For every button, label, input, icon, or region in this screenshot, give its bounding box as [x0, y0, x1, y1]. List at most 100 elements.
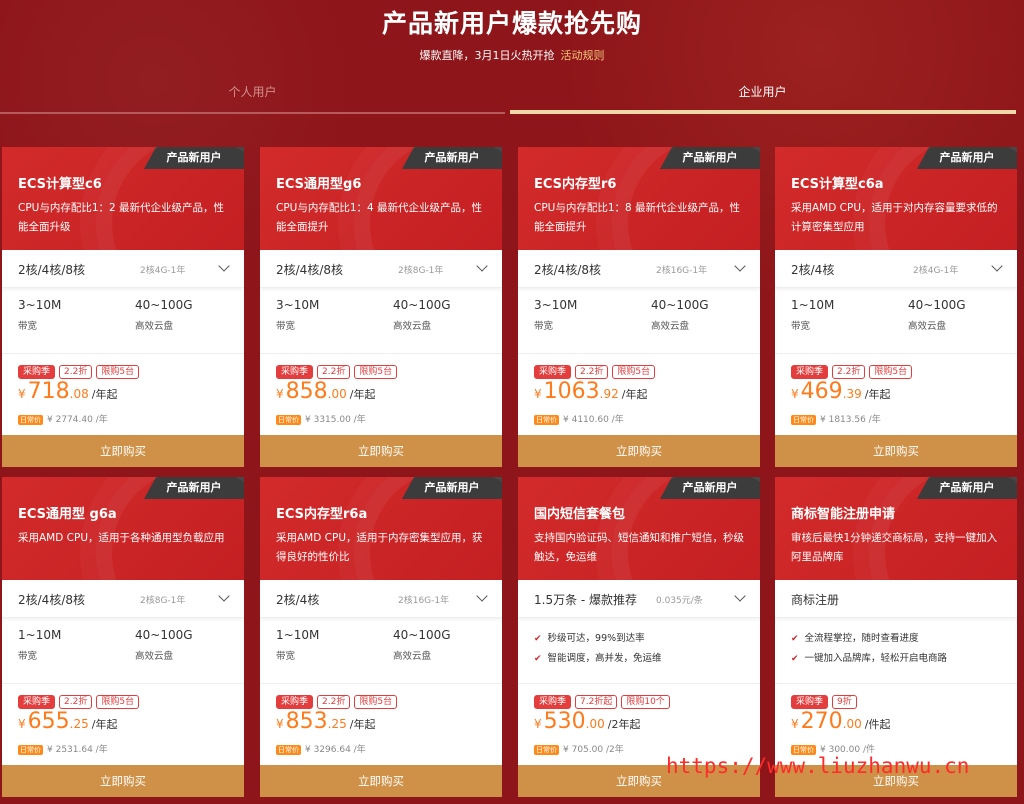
original-price: 日常价 ¥ 3296.64 /年 [276, 742, 366, 755]
disk-value: 40~100G [651, 298, 709, 312]
spec-selected-value: 2核/4核/8核 [534, 263, 601, 277]
promo-tags: 采购季 2.2折 限购5台 [534, 365, 659, 379]
card-feature-item: ✔ 全流程掌控，随时查看进度 [791, 630, 919, 644]
spec-selected-value: 2核/4核 [791, 263, 835, 277]
chevron-down-icon[interactable] [991, 260, 1003, 272]
price-decimal: .00 [585, 717, 605, 731]
promo-tag: 2.2折 [317, 695, 351, 709]
product-card: 产品新用户 ECS内存型r6 CPU与内存配比1：8 最新代企业级产品，性能全面… [518, 147, 760, 467]
original-price-text: ¥ 2531.64 /年 [47, 745, 108, 755]
card-feature-text: 全流程掌控，随时查看进度 [804, 633, 919, 644]
spec-select[interactable]: 商标注册 [775, 580, 1017, 618]
product-card: 产品新用户 ECS计算型c6a 采用AMD CPU，适用于对内存容量要求低的计算… [775, 147, 1017, 467]
price-unit: /年起 [864, 388, 891, 401]
card-feature-text: 一键加入品牌库，轻松开启电商路 [804, 653, 948, 664]
chevron-down-icon[interactable] [218, 260, 230, 272]
card-features: ✔ 秒级可达，99%到达率 ✔ 智能调度，高并发，免运维 [518, 618, 760, 684]
promo-tag: 采购季 [276, 695, 314, 709]
original-price-text: ¥ 1813.56 /年 [820, 415, 881, 425]
spec-select[interactable]: 2核/4核/8核 2核8G-1年 [2, 580, 244, 618]
chevron-down-icon[interactable] [734, 590, 746, 602]
price-integer: 1063 [543, 379, 600, 404]
chevron-down-icon[interactable] [218, 590, 230, 602]
disk-attr: 40~100G 高效云盘 [393, 628, 451, 662]
bandwidth-attr: 3~10M 带宽 [18, 298, 61, 332]
promo-tag: 采购季 [18, 365, 56, 379]
chevron-down-icon[interactable] [476, 260, 488, 272]
spec-select[interactable]: 2核/4核/8核 2核4G-1年 [2, 250, 244, 288]
disk-label: 高效云盘 [908, 321, 947, 332]
price-unit: /年起 [91, 718, 118, 731]
price-integer: 270 [800, 709, 843, 734]
bandwidth-attr: 3~10M 带宽 [276, 298, 319, 332]
chevron-down-icon[interactable] [476, 590, 488, 602]
card-header: 产品新用户 ECS通用型g6 CPU与内存配比1：4 最新代企业级产品，性能全面… [260, 147, 502, 250]
tab-enterprise-user[interactable]: 企业用户 [510, 78, 1015, 114]
disk-attr: 40~100G 高效云盘 [135, 298, 193, 332]
buy-now-button[interactable]: 立即购买 [2, 435, 244, 467]
price: ¥530.00/2年起 [534, 709, 640, 734]
price: ¥858.00/年起 [276, 379, 375, 404]
buy-now-button[interactable]: 立即购买 [518, 435, 760, 467]
bandwidth-value: 1~10M [18, 628, 62, 642]
spec-select[interactable]: 2核/4核 2核16G-1年 [260, 580, 502, 618]
disk-value: 40~100G [908, 298, 966, 312]
tab-personal-user[interactable]: 个人用户 [0, 78, 505, 114]
original-price-text: ¥ 705.00 /2年 [563, 745, 624, 755]
buy-now-button[interactable]: 立即购买 [260, 765, 502, 797]
price-integer: 469 [800, 379, 843, 404]
price-decimal: .00 [327, 387, 347, 401]
original-price: 日常价 ¥ 705.00 /2年 [534, 742, 624, 755]
activity-rules-link[interactable]: 活动规则 [561, 49, 605, 62]
spec-selected-value: 2核/4核/8核 [18, 263, 85, 277]
spec-sub-value: 2核16G-1年 [398, 596, 450, 606]
new-user-badge: 产品新用户 [660, 477, 760, 499]
disk-attr: 40~100G 高效云盘 [135, 628, 193, 662]
spec-select[interactable]: 1.5万条 - 爆款推荐 0.035元/条 [518, 580, 760, 618]
buy-now-button[interactable]: 立即购买 [260, 435, 502, 467]
regular-price-pill: 日常价 [276, 415, 301, 425]
product-name: ECS内存型r6a [276, 507, 368, 522]
price: ¥655.25/年起 [18, 709, 117, 734]
price-currency: ¥ [534, 387, 542, 401]
spec-select[interactable]: 2核/4核/8核 2核16G-1年 [518, 250, 760, 288]
price-unit: /年起 [621, 388, 648, 401]
spec-selected-value: 1.5万条 - 爆款推荐 [534, 593, 638, 607]
card-header: 产品新用户 ECS通用型 g6a 采用AMD CPU，适用于各种通用型负载应用 [2, 477, 244, 580]
product-description: 采用AMD CPU，适用于各种通用型负载应用 [18, 532, 225, 544]
card-feature-text: 秒级可达，99%到达率 [547, 633, 645, 644]
spec-sub-value: 2核8G-1年 [398, 266, 444, 276]
bandwidth-attr: 3~10M 带宽 [534, 298, 577, 332]
promo-tag: 限购5台 [354, 695, 398, 709]
promo-tag: 采购季 [791, 365, 829, 379]
buy-now-button[interactable]: 立即购买 [2, 765, 244, 797]
disk-label: 高效云盘 [135, 651, 174, 662]
checkmark-icon: ✔ [534, 634, 542, 644]
product-description: 采用AMD CPU，适用于内存密集型应用，获得良好的性价比 [276, 532, 483, 563]
promo-tags: 采购季 2.2折 限购5台 [276, 695, 401, 709]
original-price: 日常价 ¥ 1813.56 /年 [791, 412, 881, 425]
subtitle-text: 爆款直降，3月1日火热开抢 [419, 49, 555, 62]
spec-select[interactable]: 2核/4核 2核4G-1年 [775, 250, 1017, 288]
promo-tags: 采购季 2.2折 限购5台 [18, 365, 143, 379]
price-unit: /年起 [349, 388, 376, 401]
checkmark-icon: ✔ [534, 654, 542, 664]
spec-sub-value: 2核4G-1年 [140, 266, 186, 276]
promo-tags: 采购季 7.2折起 限购10个 [534, 695, 674, 709]
chevron-down-icon[interactable] [734, 260, 746, 272]
bandwidth-value: 3~10M [18, 298, 62, 312]
original-price: 日常价 ¥ 4110.60 /年 [534, 412, 624, 425]
spec-select[interactable]: 2核/4核/8核 2核8G-1年 [260, 250, 502, 288]
price-currency: ¥ [276, 717, 284, 731]
price: ¥270.00/件起 [791, 709, 890, 734]
bandwidth-value: 3~10M [276, 298, 320, 312]
disk-label: 高效云盘 [393, 321, 432, 332]
product-card: 产品新用户 ECS内存型r6a 采用AMD CPU，适用于内存密集型应用，获得良… [260, 477, 502, 797]
price-currency: ¥ [18, 717, 26, 731]
buy-now-button[interactable]: 立即购买 [775, 435, 1017, 467]
card-header: 产品新用户 ECS内存型r6a 采用AMD CPU，适用于内存密集型应用，获得良… [260, 477, 502, 580]
product-name: ECS计算型c6 [18, 177, 102, 192]
promo-tags: 采购季 2.2折 限购5台 [791, 365, 916, 379]
spec-selected-value: 商标注册 [791, 593, 840, 607]
product-name: ECS计算型c6a [791, 177, 884, 192]
